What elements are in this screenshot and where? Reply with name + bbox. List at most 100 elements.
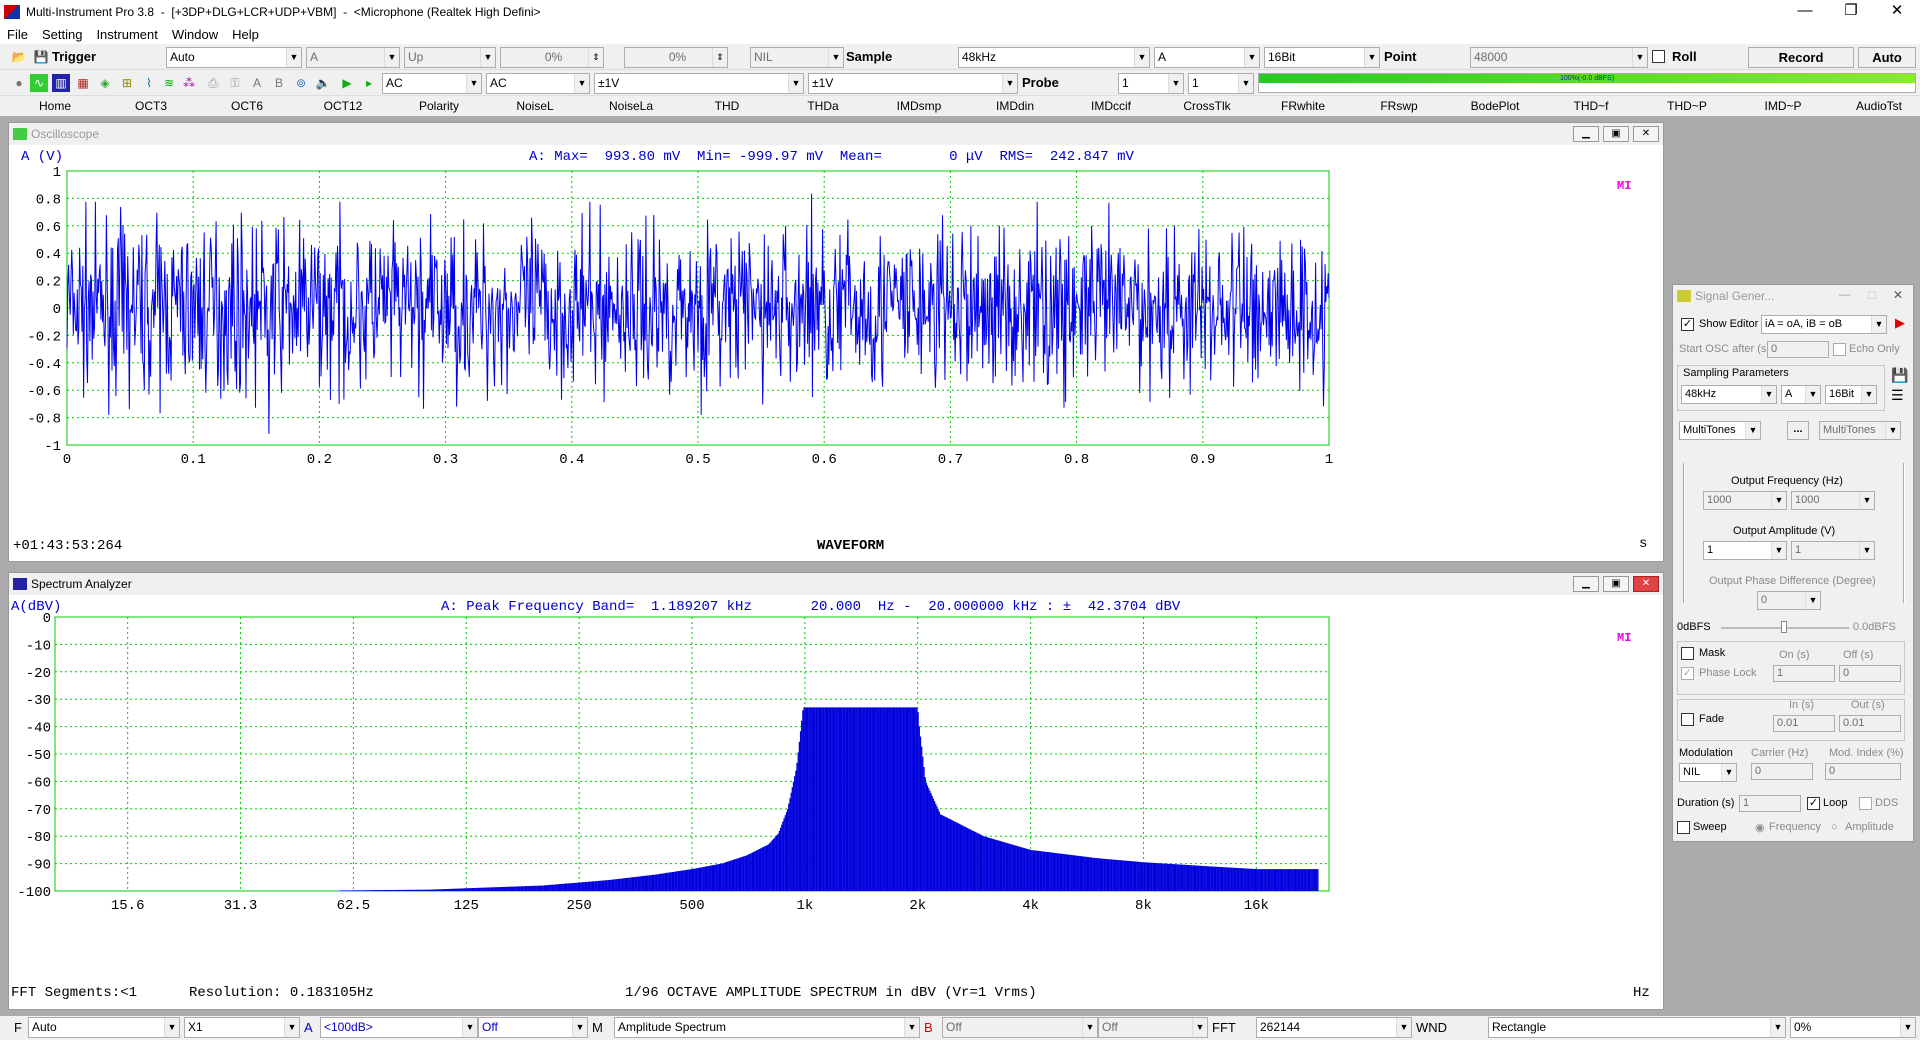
window-function-select[interactable]: Rectangle ▼ [1488, 1017, 1786, 1038]
func-thd[interactable]: THD [715, 99, 740, 113]
oscilloscope-icon[interactable]: ∿ [30, 74, 48, 92]
waveform-b-select[interactable]: MultiTones ▼ [1819, 421, 1901, 440]
play-once-icon[interactable]: ▸ [360, 74, 378, 92]
menu-setting[interactable]: Setting [35, 27, 89, 42]
show-editor-checkbox[interactable]: ✓ [1681, 318, 1694, 331]
lock-icon[interactable]: ⚿ [226, 74, 244, 92]
func-oct3[interactable]: OCT3 [135, 99, 167, 113]
b-weighting-select[interactable]: Off ▼ [1098, 1017, 1208, 1038]
lcr-icon[interactable]: ⁂ [180, 74, 198, 92]
amplitude-slider-b[interactable] [1903, 463, 1905, 603]
gen-rate-select[interactable]: 48kHz ▼ [1681, 385, 1777, 404]
spec-minimize-button[interactable]: ▁ [1573, 576, 1599, 592]
amp-a-input[interactable]: 1 ▼ [1703, 541, 1787, 560]
maximize-button[interactable]: ❐ [1828, 0, 1874, 24]
menu-instrument[interactable]: Instrument [89, 27, 164, 42]
trigger-mode-select[interactable]: Auto ▼ [166, 47, 302, 68]
freq-b-input[interactable]: 1000 ▼ [1791, 491, 1875, 510]
siggen-maximize-button[interactable]: ☐ [1867, 289, 1877, 302]
func-frswp[interactable]: FRswp [1380, 99, 1417, 113]
overlap-select[interactable]: 0% ▼ [1790, 1017, 1916, 1038]
play-icon[interactable]: ▶ [338, 74, 356, 92]
func-imddin[interactable]: IMDdin [996, 99, 1034, 113]
func-audiotst[interactable]: AudioTst [1856, 99, 1902, 113]
bit-depth-select[interactable]: 16Bit ▼ [1264, 47, 1380, 68]
mask-on-input[interactable]: 1 [1773, 665, 1835, 682]
range-a-select[interactable]: ±1V ▼ [594, 73, 804, 94]
func-thd-f[interactable]: THD~f [1573, 99, 1608, 113]
amplitude-slider-a[interactable] [1683, 463, 1685, 603]
probe-b-select[interactable]: 1 ▼ [1188, 73, 1254, 94]
coupling-a-select[interactable]: AC ▼ [382, 73, 482, 94]
carrier-input[interactable]: 0 [1751, 763, 1813, 780]
menu-file[interactable]: File [0, 27, 35, 42]
menu-help[interactable]: Help [225, 27, 266, 42]
waveform-options-button[interactable]: ... [1787, 421, 1809, 440]
meter-icon[interactable]: ⊞ [118, 74, 136, 92]
spectrum-plot[interactable]: 15.6 31.3 62.5 125 250 500 1k 2k 4k 8k 16k0-10-20-… [9, 595, 1663, 1009]
recorder-icon[interactable]: ⊚ [292, 74, 310, 92]
func-imdccif[interactable]: IMDccif [1091, 99, 1131, 113]
waveform-a-select[interactable]: MultiTones ▼ [1679, 421, 1761, 440]
duration-input[interactable]: 1 [1739, 795, 1801, 812]
b-range-select[interactable]: Off ▼ [942, 1017, 1098, 1038]
sample-channel-select[interactable]: A ▼ [1154, 47, 1260, 68]
fade-out-input[interactable]: 0.01 [1839, 715, 1901, 732]
balance-slider-thumb[interactable] [1781, 621, 1787, 633]
play-generator-icon[interactable]: ▶ [1891, 315, 1909, 334]
func-thd-p[interactable]: THD~P [1667, 99, 1707, 113]
func-polarity[interactable]: Polarity [419, 99, 459, 113]
siggen-minimize-button[interactable]: — [1839, 289, 1850, 301]
osc-maximize-button[interactable]: ▣ [1603, 126, 1629, 142]
sweep-amplitude-radio[interactable]: ○ [1831, 821, 1838, 833]
modulation-select[interactable]: NIL ▼ [1679, 763, 1737, 782]
menu-window[interactable]: Window [165, 27, 225, 42]
zoom-select[interactable]: X1 ▼ [184, 1017, 300, 1038]
sample-rate-select[interactable]: 48kHz ▼ [958, 47, 1150, 68]
dds-generator-icon[interactable]: ⌇ [140, 74, 158, 92]
func-oct6[interactable]: OCT6 [231, 99, 263, 113]
data-logger-icon[interactable]: ≋ [160, 74, 178, 92]
trigger-channel-select[interactable]: A ▼ [306, 47, 400, 68]
fade-checkbox[interactable] [1681, 713, 1694, 726]
roll-checkbox[interactable] [1652, 50, 1665, 63]
print-icon[interactable]: ⎙ [204, 74, 222, 92]
func-thda[interactable]: THDa [807, 99, 838, 113]
measurement-mode-select[interactable]: Amplitude Spectrum ▼ [614, 1017, 920, 1038]
open-folder-icon[interactable]: 📂 [10, 48, 28, 66]
freq-a-input[interactable]: 1000 ▼ [1703, 491, 1787, 510]
editor-expression-select[interactable]: iA = oA, iB = oB ▼ [1761, 315, 1887, 334]
spectrum-3d-icon[interactable]: ◈ [96, 74, 114, 92]
phase-lock-checkbox[interactable]: ✓ [1681, 667, 1694, 680]
close-button[interactable]: ✕ [1874, 0, 1920, 24]
mask-off-input[interactable]: 0 [1839, 665, 1901, 682]
save-settings-icon[interactable]: 💾 [1891, 367, 1908, 384]
channel-b-icon[interactable]: B [270, 74, 288, 92]
probe-a-select[interactable]: 1 ▼ [1118, 73, 1184, 94]
gen-channel-select[interactable]: A ▼ [1781, 385, 1821, 404]
sweep-frequency-radio[interactable]: ◉ [1755, 821, 1765, 834]
a-weighting-select[interactable]: Off ▼ [478, 1017, 588, 1038]
freq-axis-mode-select[interactable]: Auto ▼ [28, 1017, 180, 1038]
channel-a-icon[interactable]: A [248, 74, 266, 92]
gen-bits-select[interactable]: 16Bit ▼ [1825, 385, 1877, 404]
spec-close-button[interactable]: ✕ [1633, 576, 1659, 592]
settings-list-icon[interactable]: ☰ [1891, 387, 1904, 404]
spec-maximize-button[interactable]: ▣ [1603, 576, 1629, 592]
spectrogram-icon[interactable]: ▦ [74, 74, 92, 92]
trigger-edge-select[interactable]: Up ▼ [404, 47, 496, 68]
mask-checkbox[interactable] [1681, 647, 1694, 660]
func-noisela[interactable]: NoiseLa [609, 99, 653, 113]
trigger-level-spinner[interactable]: 0% ⇕ [500, 47, 604, 68]
siggen-close-button[interactable]: ✕ [1893, 288, 1903, 302]
fft-size-select[interactable]: 262144 ▼ [1256, 1017, 1412, 1038]
range-b-select[interactable]: ±1V ▼ [808, 73, 1018, 94]
dds-checkbox[interactable] [1859, 797, 1872, 810]
start-osc-input[interactable]: 0 [1767, 341, 1829, 358]
func-crosstlk[interactable]: CrossTlk [1183, 99, 1230, 113]
mod-index-input[interactable]: 0 [1825, 763, 1901, 780]
speaker-icon[interactable]: 🔈 [314, 74, 332, 92]
func-bodeplot[interactable]: BodePlot [1471, 99, 1520, 113]
amp-b-input[interactable]: 1 ▼ [1791, 541, 1875, 560]
save-disk-icon[interactable]: 💾 [32, 48, 50, 66]
